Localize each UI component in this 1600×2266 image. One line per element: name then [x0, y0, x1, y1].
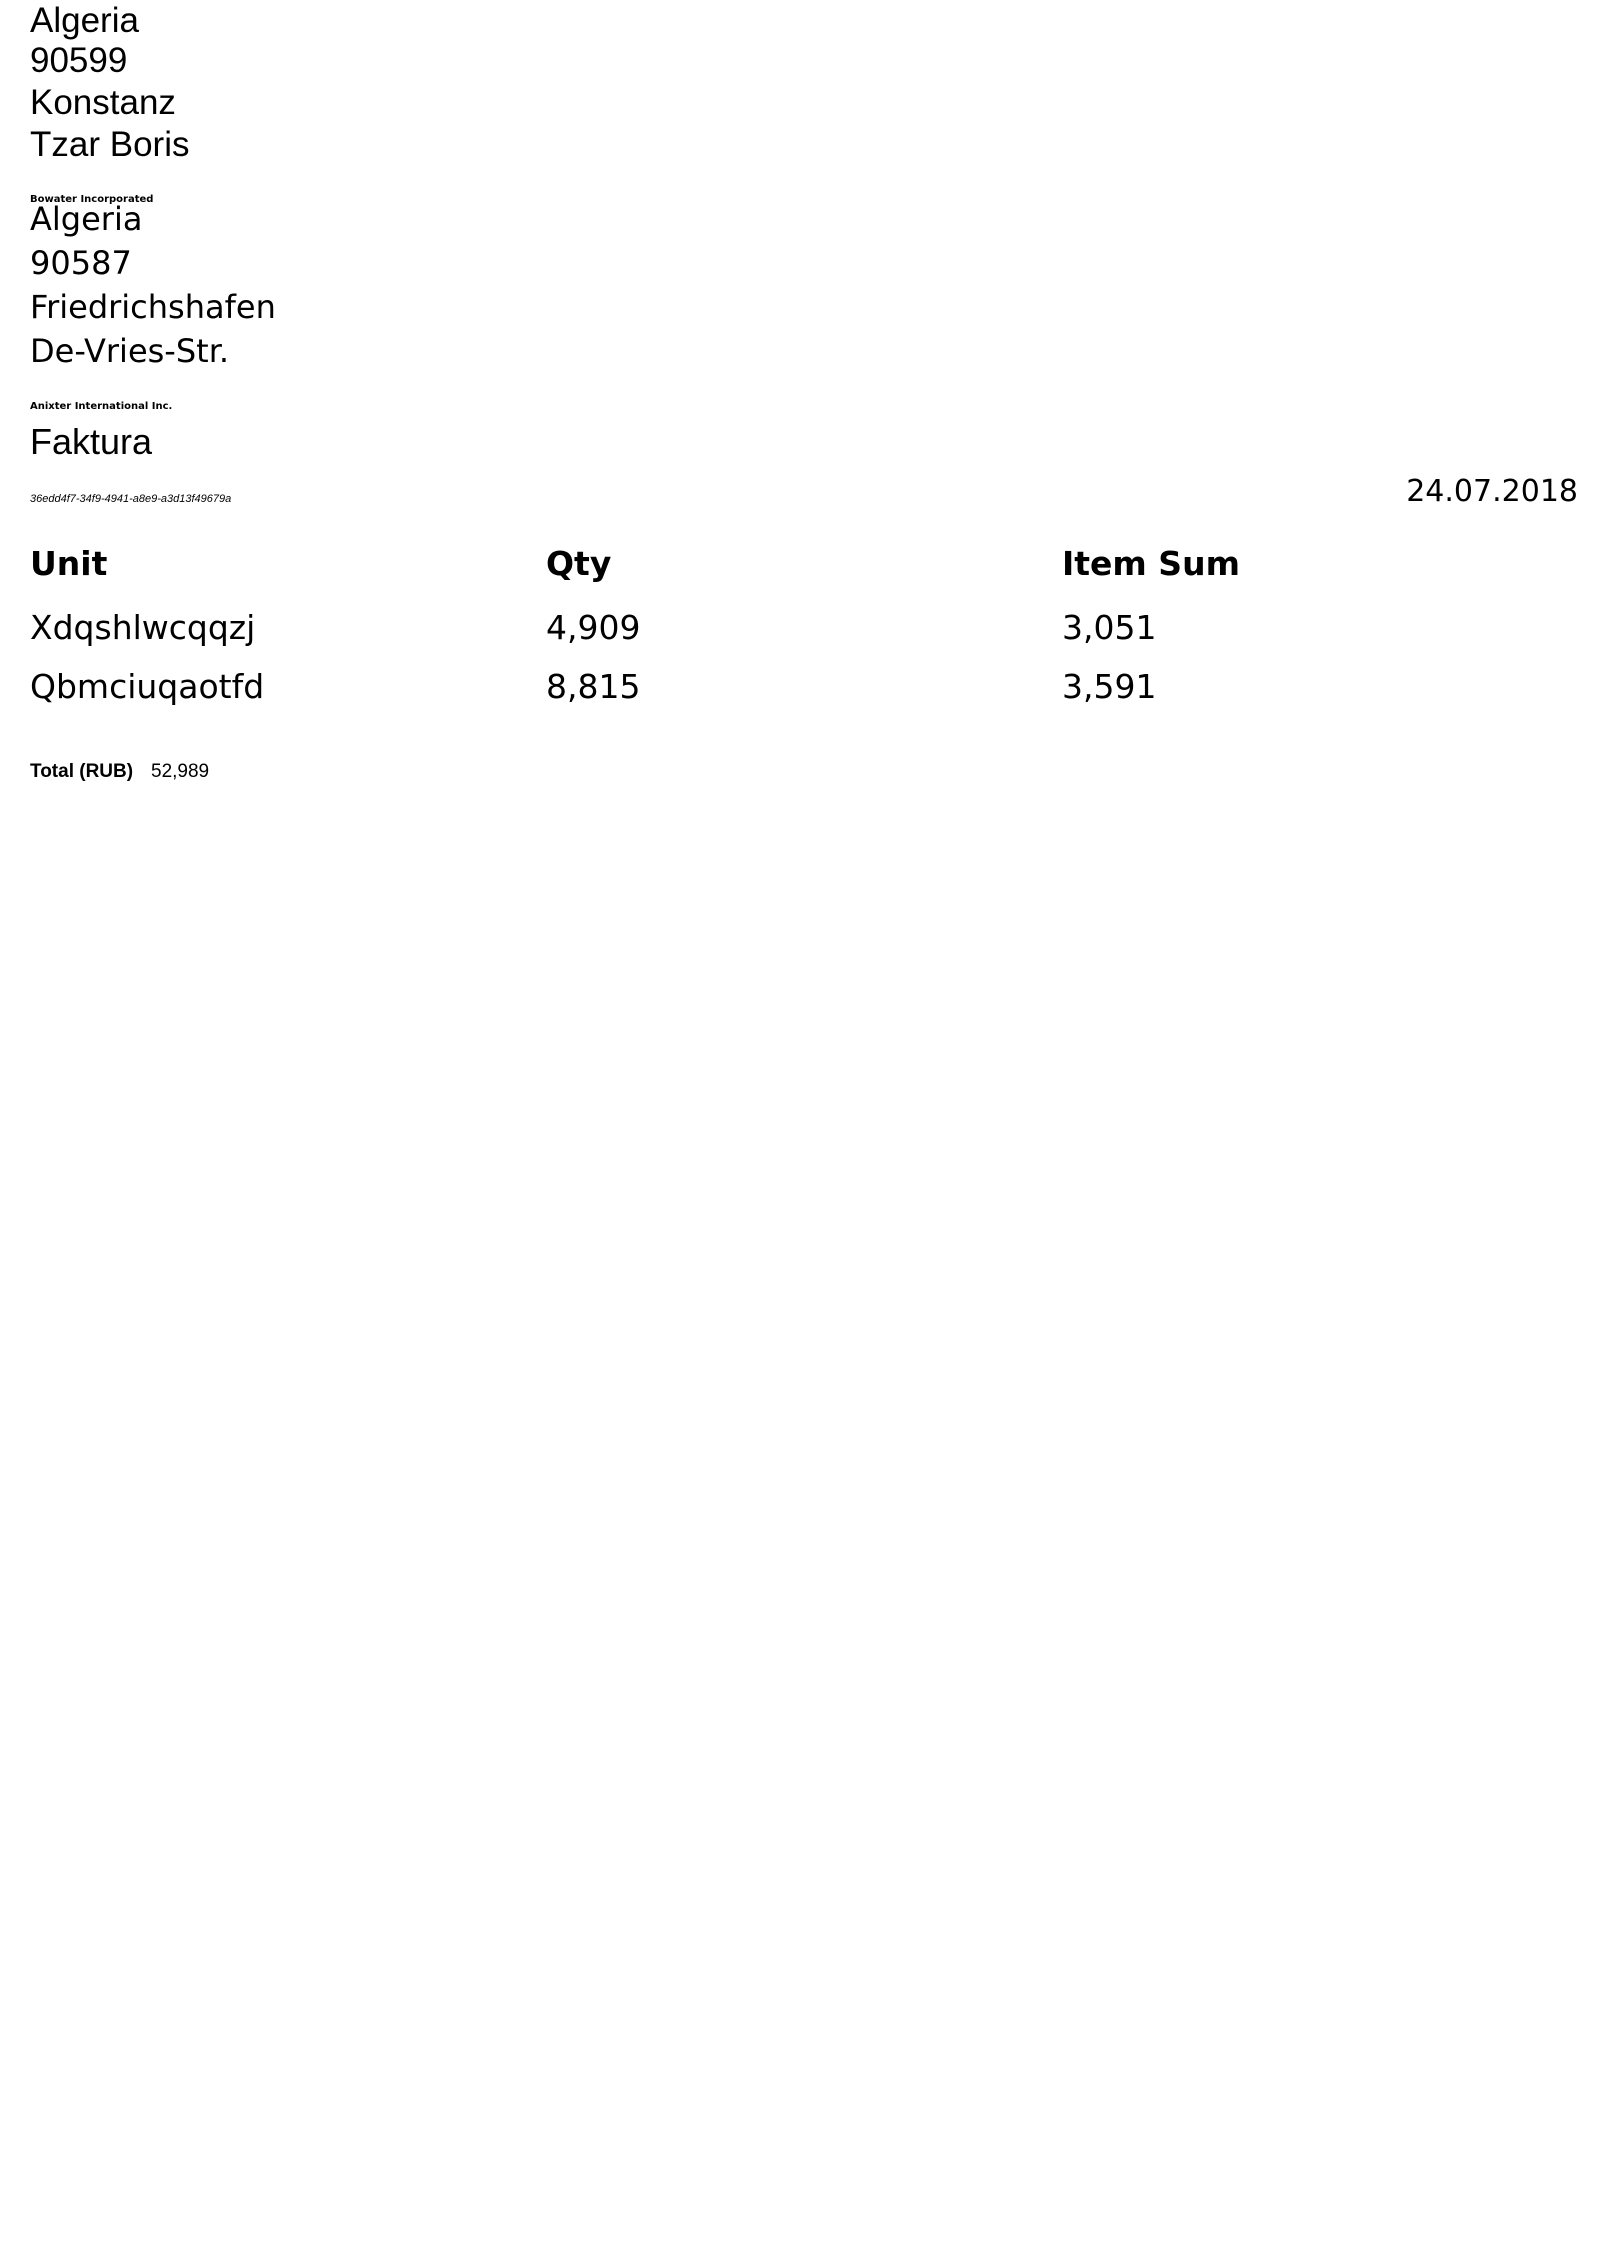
- cell-item-sum: 3,051: [1062, 608, 1157, 647]
- recipient-postal-code: 90587: [30, 244, 132, 282]
- total-label: Total (RUB): [30, 761, 134, 782]
- cell-qty: 8,815: [546, 667, 641, 706]
- column-header-item-sum: Item Sum: [1062, 544, 1240, 583]
- cell-qty: 4,909: [546, 608, 641, 647]
- column-header-unit: Unit: [30, 544, 108, 583]
- recipient-country: Algeria: [30, 200, 143, 238]
- cell-unit: Xdqshlwcqqzj: [30, 608, 256, 647]
- column-header-qty: Qty: [546, 544, 612, 583]
- document-id: 36edd4f7-34f9-4941-a8e9-a3d13f49679a: [30, 493, 232, 505]
- recipient-street: De-Vries-Str.: [30, 332, 230, 370]
- document-date: 24.07.2018: [1406, 474, 1578, 509]
- sender-postal-code: 90599: [30, 41, 128, 80]
- cell-unit: Qbmciuqaotfd: [30, 667, 265, 706]
- total-value: 52,989: [151, 761, 210, 782]
- recipient-city: Friedrichshafen: [30, 288, 276, 326]
- sender-city: Konstanz: [30, 83, 176, 122]
- sender-street: Tzar Boris: [30, 125, 190, 164]
- recipient-company: Anixter International Inc.: [30, 401, 173, 412]
- cell-item-sum: 3,591: [1062, 667, 1157, 706]
- document-title: Faktura: [30, 421, 153, 462]
- sender-country: Algeria: [30, 1, 139, 40]
